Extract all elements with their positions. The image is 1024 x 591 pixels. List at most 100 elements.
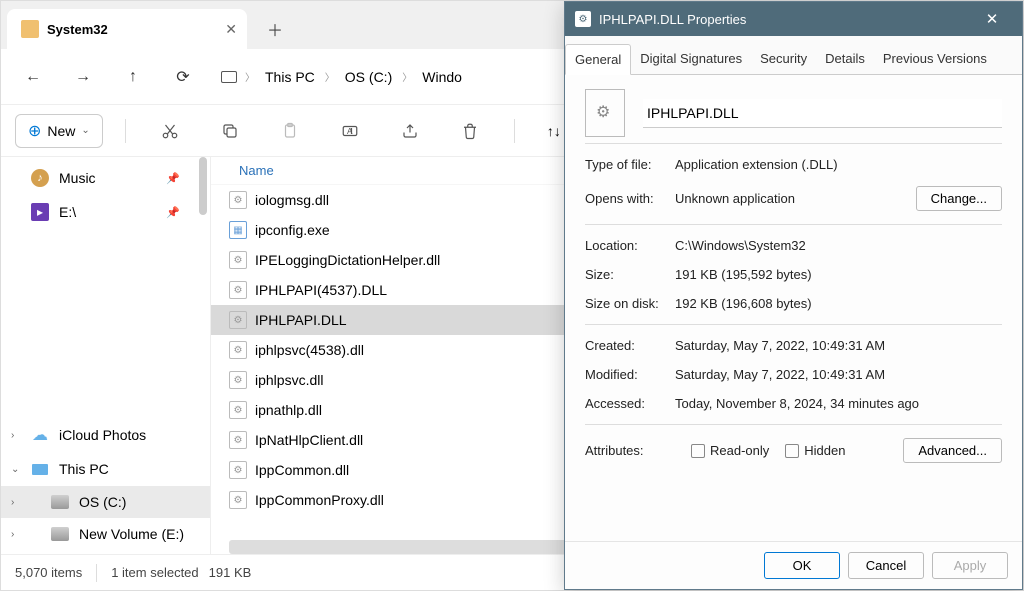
crumb-this-pc[interactable]: This PC: [263, 65, 317, 89]
video-icon: ▸: [31, 203, 49, 221]
created-value: Saturday, May 7, 2022, 10:49:31 AM: [675, 338, 1002, 353]
sidebar-item[interactable]: › ☁ iCloud Photos: [1, 418, 210, 452]
dialog-titlebar[interactable]: ⚙ IPHLPAPI.DLL Properties ✕: [565, 2, 1022, 36]
file-icon: ⚙: [575, 11, 591, 27]
refresh-button[interactable]: ⟳: [163, 57, 203, 97]
readonly-checkbox[interactable]: Read-only: [691, 443, 769, 458]
file-icon: ⚙: [229, 251, 247, 269]
tab-previous-versions[interactable]: Previous Versions: [874, 44, 996, 74]
disk-icon: [51, 527, 69, 541]
crumb-os-c[interactable]: OS (C:): [343, 65, 394, 89]
apply-button[interactable]: Apply: [932, 552, 1008, 579]
type-value: Application extension (.DLL): [675, 157, 1002, 172]
readonly-label: Read-only: [710, 443, 769, 458]
sidebar-item[interactable]: ⌄This PC: [1, 452, 210, 486]
tab-details[interactable]: Details: [816, 44, 874, 74]
dialog-title: IPHLPAPI.DLL Properties: [599, 12, 746, 27]
status-item-count: 5,070 items: [15, 565, 82, 580]
file-icon: ⚙: [229, 341, 247, 359]
file-name: iphlpsvc.dll: [255, 372, 323, 388]
sidebar-item[interactable]: › OS (C:): [1, 486, 210, 518]
folder-icon: [21, 20, 39, 38]
sidebar-item[interactable]: › New Volume (E:): [1, 518, 210, 550]
tab-general[interactable]: General: [565, 44, 631, 75]
file-icon: ⚙: [229, 281, 247, 299]
forward-button[interactable]: →: [63, 57, 103, 97]
status-selected: 1 item selected: [111, 565, 198, 580]
accessed-label: Accessed:: [585, 396, 675, 411]
advanced-button[interactable]: Advanced...: [903, 438, 1002, 463]
file-name: IPHLPAPI(4537).DLL: [255, 282, 387, 298]
file-icon: ⚙: [229, 191, 247, 209]
properties-dialog: ⚙ IPHLPAPI.DLL Properties ✕ General Digi…: [564, 1, 1023, 590]
change-button[interactable]: Change...: [916, 186, 1002, 211]
new-label: New: [47, 123, 75, 139]
back-button[interactable]: ←: [13, 57, 53, 97]
cloud-icon: ☁: [31, 426, 49, 444]
crumb-windows[interactable]: Windo: [420, 65, 464, 89]
copy-button[interactable]: [208, 113, 252, 149]
size-on-disk-label: Size on disk:: [585, 296, 675, 311]
sidebar-item[interactable]: ▸ E:\ 📌: [1, 195, 210, 229]
sidebar-item-label: E:\: [59, 204, 76, 220]
file-icon: ⚙: [229, 371, 247, 389]
disk-icon: [51, 495, 69, 509]
created-label: Created:: [585, 338, 675, 353]
hidden-checkbox[interactable]: Hidden: [785, 443, 845, 458]
pin-icon: 📌: [166, 172, 180, 185]
file-icon: ⚙: [229, 401, 247, 419]
new-button[interactable]: ⊕ New ⌄: [15, 114, 103, 148]
opens-with-label: Opens with:: [585, 191, 675, 206]
cut-button[interactable]: [148, 113, 192, 149]
pin-icon: 📌: [166, 206, 180, 219]
file-name: IPHLPAPI.DLL: [255, 312, 347, 328]
file-icon: ⚙: [229, 461, 247, 479]
cancel-button[interactable]: Cancel: [848, 552, 924, 579]
location-label: Location:: [585, 238, 675, 253]
sidebar-item-label: OS (C:): [79, 494, 126, 510]
chevron-right-icon: 〉: [245, 69, 255, 84]
chevron-icon: ›: [11, 430, 14, 441]
delete-button[interactable]: [448, 113, 492, 149]
pc-icon: [221, 71, 237, 83]
up-button[interactable]: ↑: [113, 57, 153, 97]
tab-security[interactable]: Security: [751, 44, 816, 74]
size-label: Size:: [585, 267, 675, 282]
chevron-icon: ›: [11, 497, 14, 508]
chevron-down-icon: ⌄: [81, 125, 89, 136]
file-name: IPELoggingDictationHelper.dll: [255, 252, 440, 268]
music-icon: ♪: [31, 169, 49, 187]
tab-system32[interactable]: System32 ✕: [7, 9, 247, 49]
close-icon[interactable]: ✕: [225, 21, 237, 38]
modified-label: Modified:: [585, 367, 675, 382]
sort-icon: ↑↓: [547, 123, 561, 139]
file-name: ipnathlp.dll: [255, 402, 322, 418]
filename-input[interactable]: [643, 99, 1002, 128]
sidebar-item-label: New Volume (E:): [79, 526, 184, 542]
rename-button[interactable]: A: [328, 113, 372, 149]
file-name: IpNatHlpClient.dll: [255, 432, 363, 448]
opens-with-value: Unknown application: [675, 191, 795, 206]
new-tab-button[interactable]: ＋: [257, 11, 293, 47]
chevron-icon: ⌄: [11, 464, 19, 475]
location-value: C:\Windows\System32: [675, 238, 1002, 253]
tab-title: System32: [47, 22, 108, 37]
sidebar-item-label: iCloud Photos: [59, 427, 146, 443]
file-name: iphlpsvc(4538).dll: [255, 342, 364, 358]
share-button[interactable]: [388, 113, 432, 149]
paste-button[interactable]: [268, 113, 312, 149]
chevron-icon: ›: [11, 529, 14, 540]
svg-text:A: A: [347, 127, 353, 136]
sidebar-item[interactable]: ♪Music📌: [1, 161, 210, 195]
separator: [514, 119, 515, 143]
column-label: Name: [239, 163, 274, 178]
separator: [96, 564, 97, 582]
close-button[interactable]: ✕: [972, 2, 1012, 36]
file-icon: ⚙: [229, 311, 247, 329]
breadcrumb[interactable]: 〉 This PC 〉 OS (C:) 〉 Windo: [221, 65, 464, 89]
tab-digital-signatures[interactable]: Digital Signatures: [631, 44, 751, 74]
checkbox-icon: [691, 444, 705, 458]
file-icon: ⚙: [229, 491, 247, 509]
attributes-label: Attributes:: [585, 443, 675, 458]
ok-button[interactable]: OK: [764, 552, 840, 579]
